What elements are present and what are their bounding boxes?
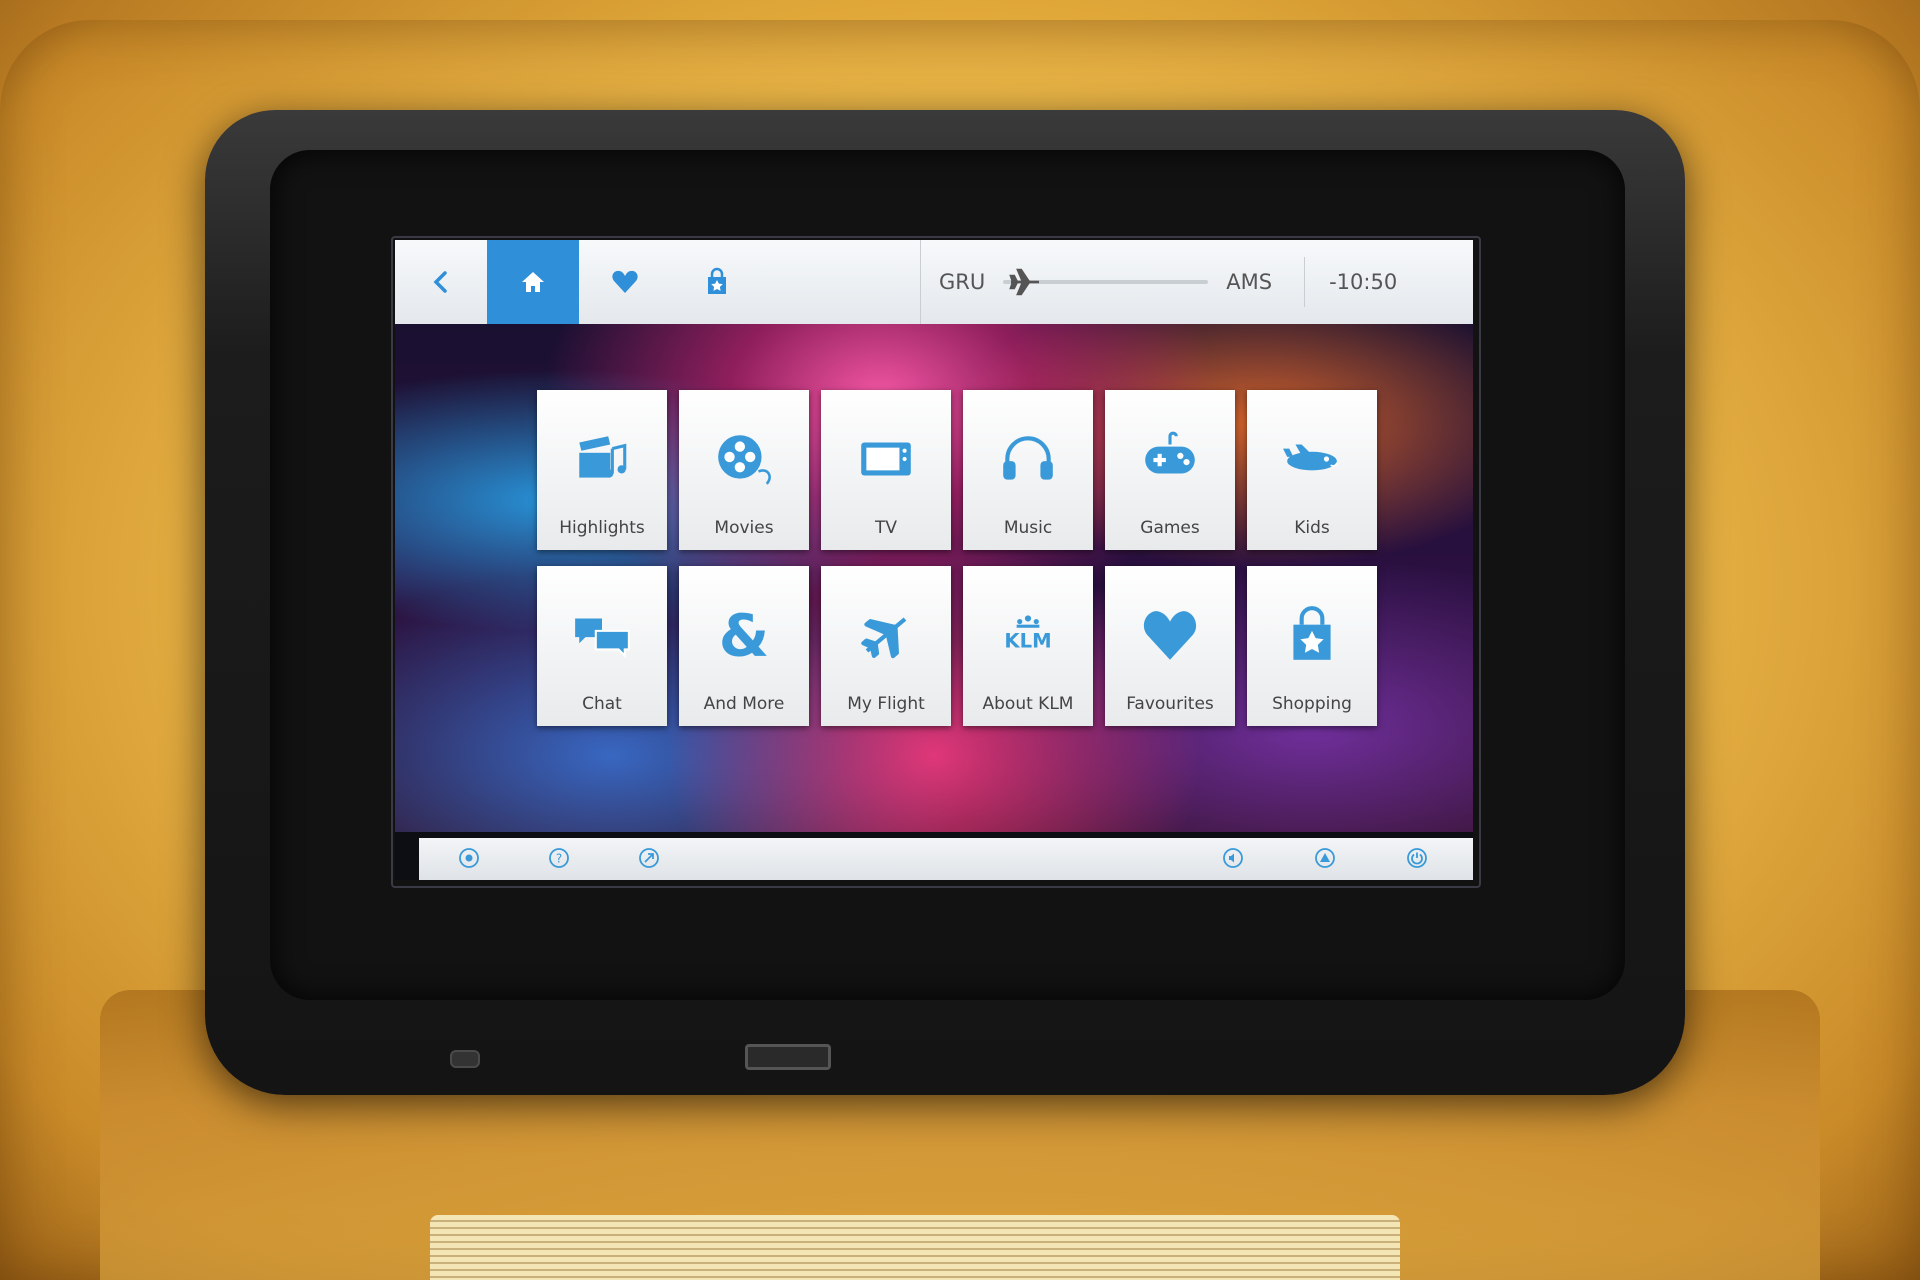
main-menu-grid: Highlights Movies TV Music Games Kids Ch…	[537, 390, 1377, 726]
tile-kids[interactable]: Kids	[1247, 390, 1377, 550]
tile-label: Music	[1003, 518, 1053, 538]
brightness-icon	[1315, 848, 1335, 868]
tile-shopping[interactable]: Shopping	[1247, 566, 1377, 726]
headphones-icon	[1003, 436, 1053, 480]
tile-label: Games	[1140, 518, 1200, 538]
tile-my-flight[interactable]: My Flight	[821, 566, 951, 726]
tile-label: Chat	[582, 694, 622, 714]
tile-games[interactable]: Games	[1105, 390, 1235, 550]
shopping-button[interactable]	[671, 240, 763, 324]
tile-movies[interactable]: Movies	[679, 390, 809, 550]
shopping-bag-star-icon	[1293, 606, 1331, 660]
volume-button[interactable]	[1221, 846, 1245, 870]
shopping-bag-icon	[708, 267, 726, 294]
tile-highlights[interactable]: Highlights	[537, 390, 667, 550]
airplane-icon	[861, 617, 907, 659]
cartoon-plane-icon	[1283, 444, 1338, 471]
top-navigation-bar: GRU AMS -10:50	[395, 240, 1473, 324]
tile-label: Movies	[714, 518, 774, 538]
home-icon	[522, 272, 544, 292]
help-icon: ?	[549, 848, 569, 868]
tile-tv[interactable]: TV	[821, 390, 951, 550]
tile-label: Favourites	[1126, 694, 1214, 714]
power-icon	[1407, 848, 1427, 868]
tile-about-klm[interactable]: KLM About KLM	[963, 566, 1093, 726]
tile-label: Highlights	[559, 518, 645, 538]
svg-text:KLM: KLM	[1004, 629, 1051, 652]
tv-icon	[861, 442, 911, 476]
settings-button[interactable]	[457, 846, 481, 870]
tile-label: Shopping	[1272, 694, 1352, 714]
home-button[interactable]	[487, 240, 579, 324]
flight-info-button[interactable]	[637, 846, 661, 870]
tile-chat[interactable]: Chat	[537, 566, 667, 726]
back-chevron-icon	[433, 271, 447, 293]
bottom-control-bar: ?	[419, 838, 1473, 880]
help-button[interactable]: ?	[547, 846, 571, 870]
volume-icon	[1223, 848, 1243, 868]
flight-progress[interactable]: GRU AMS -10:50	[920, 240, 1473, 324]
heart-icon	[1143, 611, 1197, 660]
svg-text:&: &	[719, 604, 769, 666]
tile-label: My Flight	[847, 694, 925, 714]
airplane-icon	[1008, 268, 1039, 296]
power-button[interactable]	[1405, 846, 1429, 870]
tile-music[interactable]: Music	[963, 390, 1093, 550]
chat-bubbles-icon	[575, 618, 630, 659]
settings-icon	[459, 848, 479, 868]
tile-label: About KLM	[982, 694, 1074, 714]
origin-airport: GRU	[939, 270, 986, 294]
entertainment-screen: GRU AMS -10:50 Highlights Movies TV Musi…	[395, 240, 1473, 880]
ampersand-icon: &	[719, 604, 769, 666]
gamepad-icon	[1145, 431, 1195, 474]
tile-and-more[interactable]: & And More	[679, 566, 809, 726]
destination-airport: AMS	[1226, 270, 1273, 294]
brightness-button[interactable]	[1313, 846, 1337, 870]
tile-label: Kids	[1294, 518, 1330, 538]
tile-label: TV	[874, 518, 897, 538]
klm-logo-icon: KLM	[1004, 615, 1052, 652]
seat-pocket-booklet	[430, 1215, 1400, 1280]
back-button[interactable]	[395, 240, 487, 324]
tile-label: And More	[703, 694, 785, 714]
flight-compass-icon	[639, 848, 659, 868]
favourites-button[interactable]	[579, 240, 671, 324]
heart-icon	[612, 270, 638, 293]
time-remaining: -10:50	[1329, 270, 1398, 294]
usb-port[interactable]	[745, 1044, 831, 1070]
headphone-jack[interactable]	[450, 1050, 480, 1068]
svg-text:?: ?	[556, 852, 562, 866]
film-reel-icon	[718, 435, 771, 485]
clapperboard-music-icon	[579, 436, 627, 478]
tile-favourites[interactable]: Favourites	[1105, 566, 1235, 726]
flight-progress-track	[1003, 268, 1209, 296]
